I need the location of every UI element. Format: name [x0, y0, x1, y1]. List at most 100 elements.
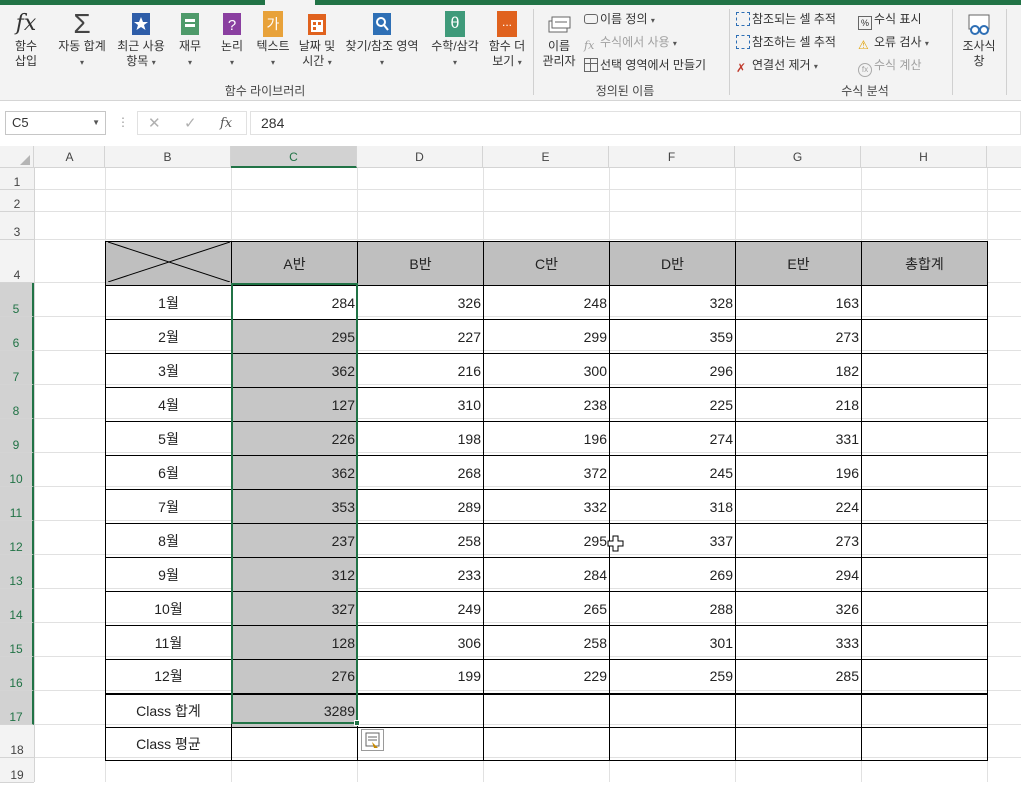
value-cell[interactable]: 229: [483, 659, 610, 694]
month-label-cell[interactable]: 4월: [105, 387, 232, 422]
value-cell[interactable]: 237: [231, 523, 358, 558]
fill-handle[interactable]: [354, 720, 360, 726]
row-header-5[interactable]: 5: [0, 283, 34, 317]
total-cell[interactable]: [861, 625, 988, 660]
value-cell[interactable]: 359: [609, 319, 736, 354]
watch-window-button[interactable]: 조사식 창: [957, 11, 1001, 69]
total-cell[interactable]: [861, 489, 988, 524]
formula-input[interactable]: 284: [250, 111, 1021, 135]
row-header-11[interactable]: 11: [0, 487, 34, 521]
value-cell[interactable]: 312: [231, 557, 358, 592]
value-cell[interactable]: 227: [357, 319, 484, 354]
value-cell[interactable]: 333: [735, 625, 862, 660]
row-header-14[interactable]: 14: [0, 589, 34, 623]
total-cell[interactable]: [861, 387, 988, 422]
use-in-formula-button[interactable]: fx 수식에서 사용 ▾: [584, 34, 677, 52]
empty-cell[interactable]: [231, 727, 358, 761]
empty-cell[interactable]: [861, 727, 988, 761]
value-cell[interactable]: 289: [357, 489, 484, 524]
value-cell[interactable]: 182: [735, 353, 862, 388]
value-cell[interactable]: 284: [231, 285, 358, 320]
value-cell[interactable]: 306: [357, 625, 484, 660]
column-header-f[interactable]: F: [609, 146, 735, 168]
value-cell[interactable]: 196: [735, 455, 862, 490]
row-header-17[interactable]: 17: [0, 691, 34, 725]
value-cell[interactable]: 288: [609, 591, 736, 626]
value-cell[interactable]: 332: [483, 489, 610, 524]
empty-cell[interactable]: [735, 727, 862, 761]
column-header-b[interactable]: B: [105, 146, 231, 168]
column-header-g[interactable]: G: [735, 146, 861, 168]
row-header-18[interactable]: 18: [0, 725, 34, 758]
month-label-cell[interactable]: 10월: [105, 591, 232, 626]
month-label-cell[interactable]: 2월: [105, 319, 232, 354]
column-header-d[interactable]: D: [357, 146, 483, 168]
enter-check-icon[interactable]: ✓: [184, 114, 197, 132]
quick-analysis-button[interactable]: [361, 729, 384, 751]
chevron-down-icon[interactable]: ▼: [92, 112, 100, 134]
financial-button[interactable]: 재무 ▾: [172, 11, 208, 70]
value-cell[interactable]: 273: [735, 523, 862, 558]
value-cell[interactable]: 269: [609, 557, 736, 592]
value-cell[interactable]: 327: [231, 591, 358, 626]
month-label-cell[interactable]: 12월: [105, 659, 232, 694]
row-header-16[interactable]: 16: [0, 657, 34, 691]
value-cell[interactable]: 226: [231, 421, 358, 456]
month-label-cell[interactable]: 1월: [105, 285, 232, 320]
column-title-cell[interactable]: B반: [357, 241, 484, 286]
value-cell[interactable]: 295: [483, 523, 610, 558]
empty-cell[interactable]: [357, 693, 484, 728]
value-cell[interactable]: 326: [357, 285, 484, 320]
remove-arrows-button[interactable]: ✗ 연결선 제거 ▾: [736, 57, 818, 75]
value-cell[interactable]: 310: [357, 387, 484, 422]
row-header-1[interactable]: 1: [0, 168, 34, 190]
empty-cell[interactable]: [609, 693, 736, 728]
value-cell[interactable]: 233: [357, 557, 484, 592]
value-cell[interactable]: 218: [735, 387, 862, 422]
math-button[interactable]: θ 수학/삼각 ▾: [426, 11, 484, 70]
value-cell[interactable]: 216: [357, 353, 484, 388]
column-header-c[interactable]: C: [231, 146, 357, 168]
name-manager-button[interactable]: 이름 관리자: [537, 11, 581, 69]
row-header-10[interactable]: 10: [0, 453, 34, 487]
show-formulas-button[interactable]: % 수식 표시: [858, 11, 922, 30]
lookup-button[interactable]: 찾기/참조 영역 ▾: [340, 11, 424, 70]
value-cell[interactable]: 337: [609, 523, 736, 558]
month-label-cell[interactable]: 7월: [105, 489, 232, 524]
create-from-selection-button[interactable]: 선택 영역에서 만들기: [584, 57, 706, 73]
average-label-cell[interactable]: Class 평균: [105, 727, 232, 761]
value-cell[interactable]: 301: [609, 625, 736, 660]
more-functions-button[interactable]: ... 함수 더 보기 ▾: [484, 11, 530, 70]
row-header-8[interactable]: 8: [0, 385, 34, 419]
insert-function-fx-icon[interactable]: fx: [220, 116, 232, 131]
empty-cell[interactable]: [483, 693, 610, 728]
column-header-e[interactable]: E: [483, 146, 609, 168]
value-cell[interactable]: 294: [735, 557, 862, 592]
value-cell[interactable]: 328: [609, 285, 736, 320]
row-header-15[interactable]: 15: [0, 623, 34, 657]
value-cell[interactable]: 372: [483, 455, 610, 490]
value-cell[interactable]: 353: [231, 489, 358, 524]
month-label-cell[interactable]: 11월: [105, 625, 232, 660]
month-label-cell[interactable]: 5월: [105, 421, 232, 456]
value-cell[interactable]: 284: [483, 557, 610, 592]
value-cell[interactable]: 128: [231, 625, 358, 660]
value-cell[interactable]: 296: [609, 353, 736, 388]
total-cell[interactable]: [861, 353, 988, 388]
column-title-cell[interactable]: D반: [609, 241, 736, 286]
value-cell[interactable]: 300: [483, 353, 610, 388]
month-label-cell[interactable]: 6월: [105, 455, 232, 490]
error-checking-button[interactable]: ⚠ 오류 검사 ▾: [858, 34, 929, 52]
row-header-3[interactable]: 3: [0, 212, 34, 240]
formula-bar-grip-icon[interactable]: ⋮: [117, 115, 129, 129]
value-cell[interactable]: 276: [231, 659, 358, 694]
value-cell[interactable]: 259: [609, 659, 736, 694]
trace-dependents-button[interactable]: 참조하는 셀 추적: [736, 34, 836, 50]
value-cell[interactable]: 318: [609, 489, 736, 524]
row-header-19[interactable]: 19: [0, 758, 34, 783]
value-cell[interactable]: 285: [735, 659, 862, 694]
logical-button[interactable]: ? 논리 ▾: [214, 11, 250, 70]
value-cell[interactable]: 224: [735, 489, 862, 524]
row-header-4[interactable]: 4: [0, 240, 34, 283]
evaluate-formula-button[interactable]: fx 수식 계산: [858, 57, 922, 77]
